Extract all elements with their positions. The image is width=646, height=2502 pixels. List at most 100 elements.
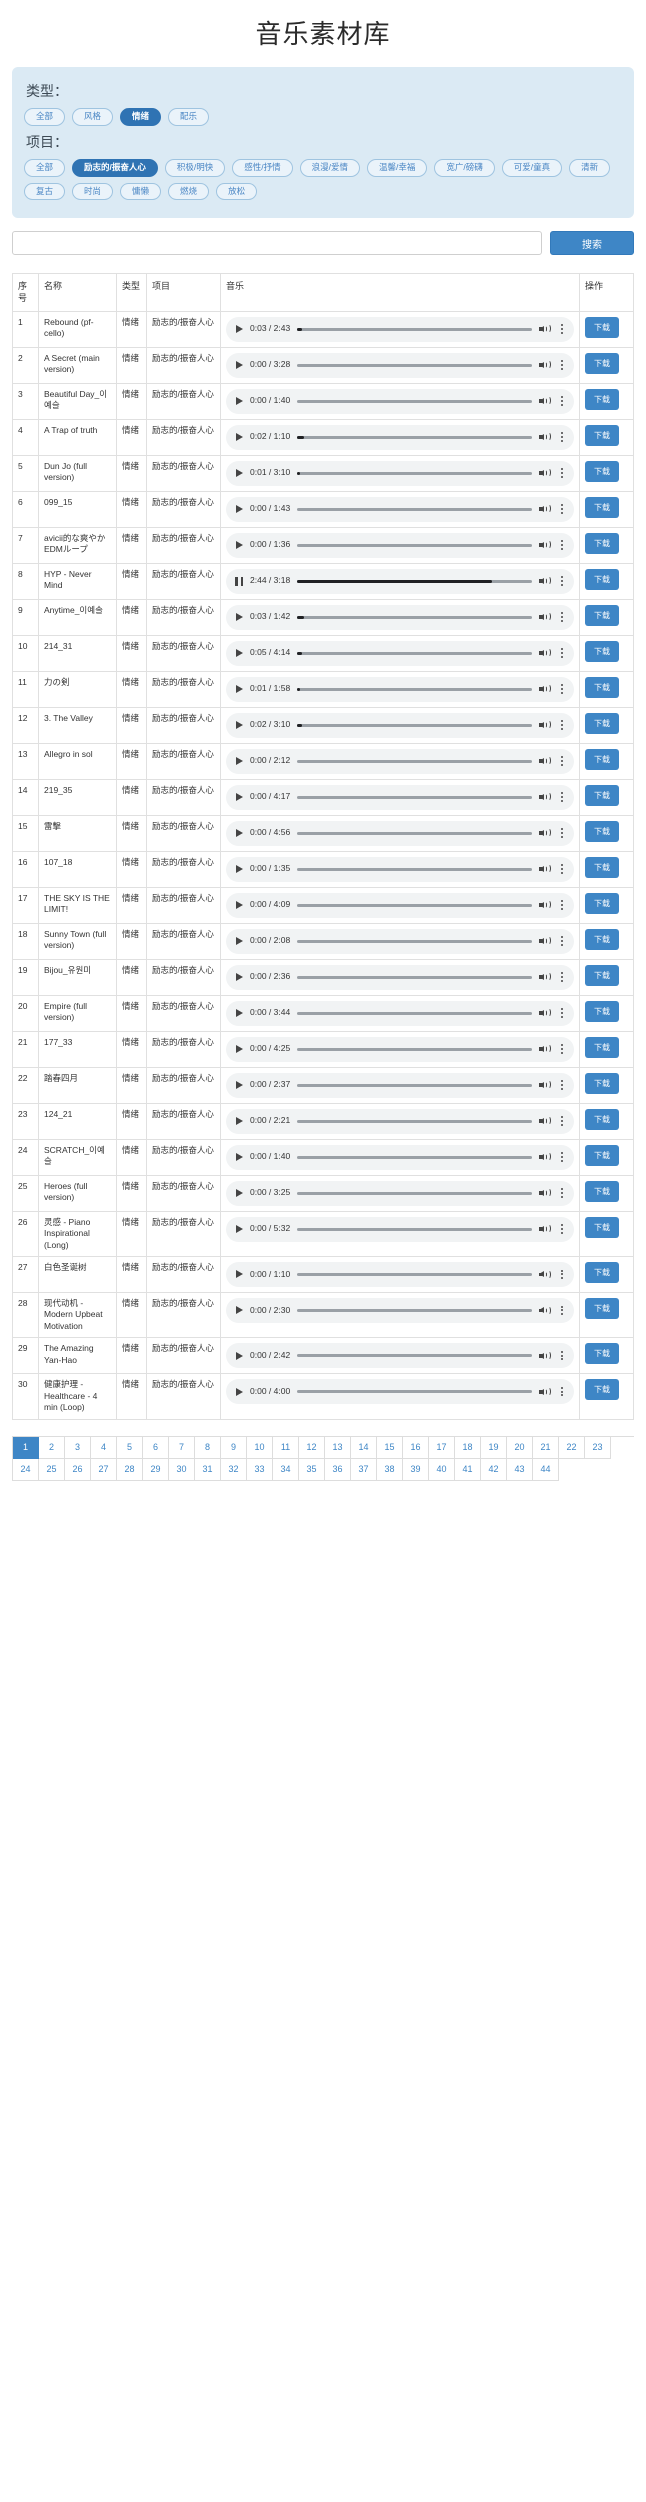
pagination-page[interactable]: 5 — [117, 1436, 143, 1459]
volume-icon[interactable] — [539, 1187, 552, 1199]
download-button[interactable]: 下载 — [585, 1036, 619, 1058]
audio-progress-slider[interactable] — [297, 399, 532, 403]
pagination-page[interactable]: 33 — [247, 1458, 273, 1481]
project-tag-10[interactable]: 时尚 — [72, 182, 114, 201]
type-tag-0[interactable]: 全部 — [24, 108, 66, 126]
volume-icon[interactable] — [539, 1304, 552, 1316]
more-options-icon[interactable] — [557, 539, 567, 551]
more-options-icon[interactable] — [557, 1350, 567, 1362]
play-icon[interactable] — [233, 1151, 245, 1163]
audio-progress-slider[interactable] — [297, 1011, 532, 1015]
play-icon[interactable] — [233, 647, 245, 659]
pagination-page[interactable]: 30 — [169, 1458, 195, 1481]
pagination-page[interactable]: 14 — [351, 1436, 377, 1459]
play-icon[interactable] — [233, 863, 245, 875]
download-button[interactable]: 下载 — [585, 1379, 619, 1401]
audio-progress-slider[interactable] — [297, 1390, 532, 1394]
pagination-page[interactable]: 37 — [351, 1458, 377, 1481]
play-icon[interactable] — [233, 539, 245, 551]
audio-progress-slider[interactable] — [297, 903, 532, 907]
play-icon[interactable] — [233, 1386, 245, 1398]
volume-icon[interactable] — [539, 1151, 552, 1163]
audio-progress-slider[interactable] — [297, 579, 532, 583]
pagination-page[interactable]: 24 — [13, 1458, 39, 1481]
volume-icon[interactable] — [539, 755, 552, 767]
volume-icon[interactable] — [539, 719, 552, 731]
play-icon[interactable] — [233, 971, 245, 983]
pause-icon[interactable] — [233, 575, 245, 587]
more-options-icon[interactable] — [557, 935, 567, 947]
play-icon[interactable] — [233, 683, 245, 695]
pagination-page[interactable]: 21 — [533, 1436, 559, 1459]
project-tag-8[interactable]: 清新 — [569, 158, 611, 177]
more-options-icon[interactable] — [557, 683, 567, 695]
play-icon[interactable] — [233, 935, 245, 947]
pagination-page[interactable]: 38 — [377, 1458, 403, 1481]
volume-icon[interactable] — [539, 575, 552, 587]
download-button[interactable]: 下载 — [585, 496, 619, 518]
more-options-icon[interactable] — [557, 719, 567, 731]
project-tag-6[interactable]: 宽广/磅礴 — [434, 158, 495, 177]
project-tag-12[interactable]: 燃烧 — [168, 182, 210, 201]
play-icon[interactable] — [233, 467, 245, 479]
more-options-icon[interactable] — [557, 755, 567, 767]
more-options-icon[interactable] — [557, 1007, 567, 1019]
download-button[interactable]: 下载 — [585, 1297, 619, 1319]
more-options-icon[interactable] — [557, 1115, 567, 1127]
volume-icon[interactable] — [539, 1386, 552, 1398]
volume-icon[interactable] — [539, 467, 552, 479]
more-options-icon[interactable] — [557, 431, 567, 443]
pagination-page[interactable]: 36 — [325, 1458, 351, 1481]
audio-progress-slider[interactable] — [297, 507, 532, 511]
pagination-page[interactable]: 39 — [403, 1458, 429, 1481]
audio-progress-slider[interactable] — [297, 975, 532, 979]
project-tag-1[interactable]: 励志的/振奋人心 — [72, 158, 158, 177]
volume-icon[interactable] — [539, 539, 552, 551]
volume-icon[interactable] — [539, 1079, 552, 1091]
audio-progress-slider[interactable] — [297, 939, 532, 943]
volume-icon[interactable] — [539, 971, 552, 983]
download-button[interactable]: 下载 — [585, 820, 619, 842]
audio-progress-slider[interactable] — [297, 471, 532, 475]
volume-icon[interactable] — [539, 395, 552, 407]
audio-progress-slider[interactable] — [297, 615, 532, 619]
pagination-page[interactable]: 19 — [481, 1436, 507, 1459]
download-button[interactable]: 下载 — [585, 748, 619, 770]
pagination-page[interactable]: 22 — [559, 1436, 585, 1459]
play-icon[interactable] — [233, 1304, 245, 1316]
download-button[interactable]: 下载 — [585, 1261, 619, 1283]
search-input[interactable] — [12, 231, 542, 256]
pagination-page[interactable]: 6 — [143, 1436, 169, 1459]
play-icon[interactable] — [233, 431, 245, 443]
audio-progress-slider[interactable] — [297, 327, 532, 331]
download-button[interactable]: 下载 — [585, 1180, 619, 1202]
pagination-page[interactable]: 23 — [585, 1436, 611, 1459]
project-tag-11[interactable]: 慵懒 — [120, 182, 162, 201]
pagination-page[interactable]: 3 — [65, 1436, 91, 1459]
audio-progress-slider[interactable] — [297, 687, 532, 691]
audio-progress-slider[interactable] — [297, 795, 532, 799]
more-options-icon[interactable] — [557, 899, 567, 911]
volume-icon[interactable] — [539, 827, 552, 839]
volume-icon[interactable] — [539, 1007, 552, 1019]
download-button[interactable]: 下载 — [585, 892, 619, 914]
audio-progress-slider[interactable] — [297, 1155, 532, 1159]
pagination-page[interactable]: 1 — [13, 1436, 39, 1459]
pagination-page[interactable]: 32 — [221, 1458, 247, 1481]
audio-progress-slider[interactable] — [297, 435, 532, 439]
more-options-icon[interactable] — [557, 1268, 567, 1280]
more-options-icon[interactable] — [557, 323, 567, 335]
project-tag-3[interactable]: 感性/抒情 — [232, 158, 293, 177]
play-icon[interactable] — [233, 1268, 245, 1280]
audio-progress-slider[interactable] — [297, 1227, 532, 1231]
download-button[interactable]: 下载 — [585, 568, 619, 590]
volume-icon[interactable] — [539, 1268, 552, 1280]
download-button[interactable]: 下载 — [585, 424, 619, 446]
download-button[interactable]: 下载 — [585, 388, 619, 410]
download-button[interactable]: 下载 — [585, 856, 619, 878]
more-options-icon[interactable] — [557, 827, 567, 839]
pagination-page[interactable]: 17 — [429, 1436, 455, 1459]
pagination-page[interactable]: 44 — [533, 1458, 559, 1481]
project-tag-0[interactable]: 全部 — [24, 158, 66, 177]
pagination-page[interactable]: 20 — [507, 1436, 533, 1459]
